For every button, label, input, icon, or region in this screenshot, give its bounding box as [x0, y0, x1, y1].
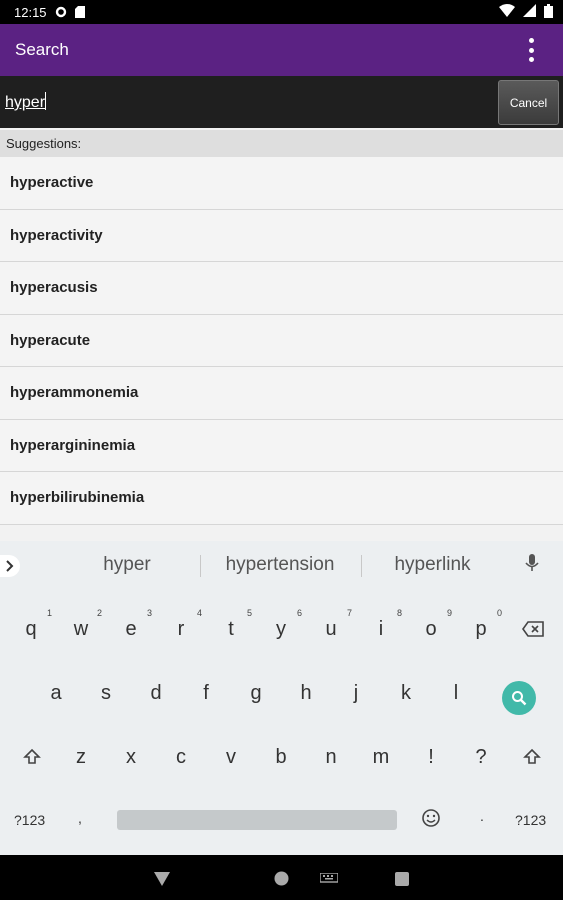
key-f[interactable]: f	[191, 682, 221, 705]
key-v[interactable]: v	[216, 746, 246, 769]
prediction-1[interactable]: hyper	[92, 554, 162, 576]
cancel-button[interactable]: Cancel	[498, 80, 559, 125]
key-z[interactable]: z	[66, 746, 96, 769]
key-question[interactable]: ?	[466, 746, 496, 769]
key-h[interactable]: h	[291, 682, 321, 705]
suggestion-item[interactable]: hyperacute	[0, 314, 563, 367]
search-key[interactable]	[502, 681, 536, 715]
suggestion-item[interactable]: hyperargininemia	[0, 419, 563, 472]
search-input-value: hyper	[5, 94, 46, 111]
key-d[interactable]: d	[141, 682, 171, 705]
overflow-menu-icon[interactable]	[521, 36, 541, 64]
battery-icon	[544, 3, 553, 21]
key-a[interactable]: a	[41, 682, 71, 705]
backspace-icon[interactable]	[518, 620, 548, 643]
shift-right-icon[interactable]	[517, 748, 547, 772]
sd-card-icon	[74, 6, 85, 18]
clock: 12:15	[14, 4, 47, 20]
search-input[interactable]: hyper	[5, 92, 47, 112]
shift-left-icon[interactable]	[17, 748, 47, 772]
soft-keyboard: hyper hypertension hyperlink	[0, 541, 563, 855]
key-g[interactable]: g	[241, 682, 271, 705]
key-k[interactable]: k	[391, 682, 421, 705]
prediction-divider	[200, 555, 201, 577]
home-icon[interactable]	[274, 871, 289, 886]
prediction-divider	[361, 555, 362, 577]
symbols-key-right[interactable]: ?123	[515, 812, 546, 828]
key-exclamation[interactable]: !	[416, 746, 446, 769]
wifi-icon	[499, 4, 515, 20]
recents-icon[interactable]	[395, 872, 409, 886]
key-q[interactable]: q1	[16, 608, 52, 641]
suggestion-item[interactable]: hyperbilirubinemia	[0, 472, 563, 525]
suggestion-item[interactable]: hyperammonemia	[0, 367, 563, 420]
key-j[interactable]: j	[341, 682, 371, 705]
key-x[interactable]: x	[116, 746, 146, 769]
key-y[interactable]: y6	[266, 608, 302, 641]
key-p[interactable]: p0	[466, 608, 502, 641]
key-r[interactable]: r4	[166, 608, 202, 641]
keyboard-switch-icon[interactable]	[320, 873, 338, 885]
suggestion-list: hyperactive hyperactivity hyperacusis hy…	[0, 157, 563, 525]
back-icon[interactable]	[154, 872, 170, 886]
emoji-icon[interactable]	[421, 808, 441, 831]
key-m[interactable]: m	[366, 746, 396, 769]
key-o[interactable]: o9	[416, 608, 452, 641]
prediction-2[interactable]: hypertension	[215, 554, 345, 576]
key-l[interactable]: l	[441, 682, 471, 705]
key-n[interactable]: n	[316, 746, 346, 769]
gear-icon	[55, 6, 67, 18]
suggestion-item[interactable]: hyperactive	[0, 157, 563, 210]
app-bar: Search	[0, 24, 563, 76]
chevron-right-icon[interactable]	[0, 555, 20, 577]
signal-icon	[523, 4, 536, 20]
symbols-key[interactable]: ?123	[14, 812, 45, 828]
suggestions-header: Suggestions:	[0, 130, 563, 157]
search-icon	[512, 691, 527, 706]
key-comma[interactable]: ,	[78, 810, 82, 826]
key-t[interactable]: t5	[216, 608, 252, 641]
suggestion-item[interactable]: hyperacusis	[0, 262, 563, 315]
app-bar-title: Search	[15, 40, 69, 59]
key-c[interactable]: c	[166, 746, 196, 769]
key-i[interactable]: i8	[366, 608, 402, 641]
spacebar[interactable]	[117, 810, 397, 830]
status-bar: 12:15	[0, 0, 563, 24]
key-u[interactable]: u7	[316, 608, 352, 641]
search-row	[0, 76, 563, 128]
key-w[interactable]: w2	[66, 608, 102, 641]
microphone-icon[interactable]	[525, 554, 539, 579]
key-b[interactable]: b	[266, 746, 296, 769]
key-period[interactable]: .	[480, 808, 484, 824]
text-cursor	[45, 92, 47, 110]
screen: 12:15 Search hyper Cancel Suggestions: h…	[0, 0, 563, 900]
key-s[interactable]: s	[91, 682, 121, 705]
key-e[interactable]: e3	[116, 608, 152, 641]
prediction-3[interactable]: hyperlink	[380, 554, 485, 576]
suggestion-item[interactable]: hyperactivity	[0, 209, 563, 262]
navigation-bar	[0, 855, 563, 900]
